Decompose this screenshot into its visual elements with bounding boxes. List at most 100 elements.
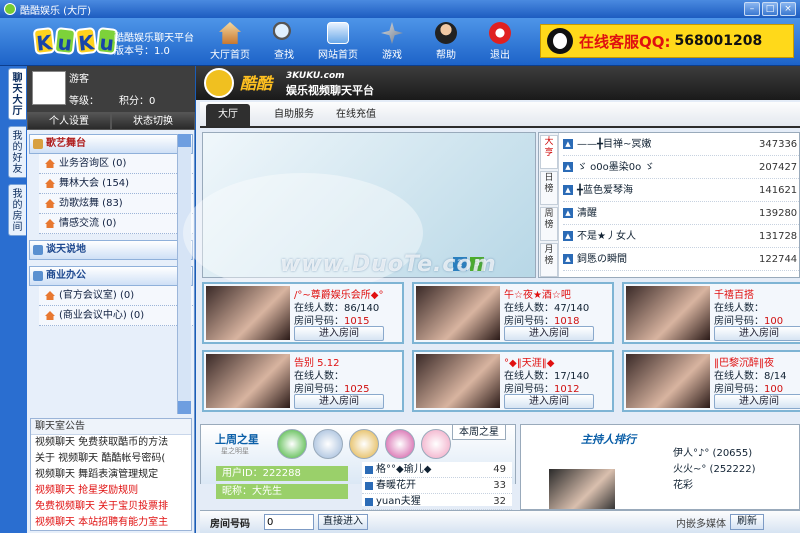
online-service-ad[interactable]: 在线客服QQ: 568001208	[540, 24, 794, 58]
category-chat[interactable]: 谈天说地	[29, 240, 193, 260]
tab-my-rooms[interactable]: 我的房间	[8, 184, 26, 236]
room-photo[interactable]	[626, 286, 710, 340]
week-star-row[interactable]: 格°°◆瑜儿◆ 49	[362, 462, 512, 478]
room-card[interactable]: 告别 5.12 在线人数： 房间号码：1025 进入房间	[202, 350, 404, 412]
category-song-stage[interactable]: 歌艺舞台	[29, 134, 193, 154]
room-card[interactable]: 午☆夜★酒☆吧 在线人数：47/140 房间号码：1018 进入房间	[412, 282, 614, 344]
rank-value: 207427	[759, 162, 798, 173]
room-item[interactable]: (官方会议室) (0)	[39, 286, 193, 306]
week-star-list: 格°°◆瑜儿◆ 49 春暖花开 33 yuan夫猩 32	[362, 462, 512, 510]
user-name: 游客	[69, 74, 89, 85]
announcement-item[interactable]: 视频聊天 本站招聘有能力室主	[31, 515, 191, 530]
announcement-item[interactable]: 免费视频聊天 关于宝贝投票排	[31, 499, 191, 515]
enter-room-button[interactable]: 进入房间	[504, 326, 594, 341]
hall-home-button[interactable]: 大厅首页	[208, 22, 252, 61]
scroll-down-button[interactable]	[178, 401, 191, 414]
room-photo[interactable]	[626, 354, 710, 408]
host-photo[interactable]	[549, 469, 615, 509]
exit-button[interactable]: 退出	[478, 22, 522, 61]
gift-icon[interactable]	[349, 429, 379, 459]
refresh-button[interactable]: 刷新	[730, 514, 764, 530]
rank-row[interactable]: ▲ 清醒 139280	[563, 203, 800, 225]
week-star-row[interactable]: yuan夫猩 32	[362, 494, 512, 510]
this-week-stars-tab[interactable]: 本周之星	[452, 424, 506, 440]
star-category-icon[interactable]	[277, 429, 307, 459]
room-photo[interactable]	[416, 354, 500, 408]
room-card[interactable]: 千禧百搭 在线人数： 房间号码：100 进入房间	[622, 282, 800, 344]
kuku-logo: K u K u	[32, 27, 119, 56]
room-card[interactable]: /°~尊爵娱乐会所◆° 在线人数：86/140 房间号码：1015 进入房间	[202, 282, 404, 344]
tab-recharge[interactable]: 在线充值	[324, 104, 388, 126]
rank-tab-weekly[interactable]: 周榜	[540, 207, 558, 241]
maximize-button[interactable]: □	[762, 2, 778, 16]
ad-qq-number: 568001208	[674, 33, 763, 49]
website-home-button[interactable]: 网站首页	[316, 22, 360, 61]
room-item[interactable]: 情感交流 (0)	[39, 214, 193, 234]
host-row[interactable]: 伊人°♪° (20655)	[673, 447, 752, 461]
rank-row[interactable]: ▲ ╋蓝色爱琴海 141621	[563, 180, 800, 202]
room-item[interactable]: 劲歌炫舞 (83)	[39, 194, 193, 214]
announcement-item[interactable]: 关于 视频聊天 酷酷帐号密码(	[31, 451, 191, 467]
room-number-input[interactable]	[264, 514, 314, 530]
announcement-panel: 聊天室公告 视频聊天 免费获取酷币的方法 关于 视频聊天 酷酷帐号密码(视频聊天 …	[30, 418, 192, 531]
app-window: 酷酷娱乐 (大厅) – □ × K u K u 酷酷娱乐聊天平台 版本号：1.0…	[0, 0, 800, 533]
room-photo[interactable]	[206, 286, 290, 340]
room-card[interactable]: ‖巴黎沉醉‖夜 在线人数：8/14 房间号码：100 进入房间	[622, 350, 800, 412]
tree-scrollbar[interactable]	[177, 134, 191, 414]
ad-text: 在线客服QQ:	[579, 32, 671, 51]
week-star-row[interactable]: 春暖花开 33	[362, 478, 512, 494]
user-card: 游客 等级： 积分：0	[27, 66, 195, 112]
room-item[interactable]: (商业会议中心) (0)	[39, 306, 193, 326]
room-photo[interactable]	[206, 354, 290, 408]
tab-my-friends[interactable]: 我的好友	[8, 126, 26, 178]
user-points: 积分：0	[119, 96, 156, 107]
scroll-up-button[interactable]	[178, 134, 191, 147]
help-label: 帮助	[436, 50, 456, 61]
announcement-item[interactable]: 视频聊天 舞蹈表演管理规定	[31, 467, 191, 483]
personal-settings-button[interactable]: 个人设置	[27, 112, 111, 130]
avatar[interactable]	[32, 71, 66, 105]
rank-tab-daily[interactable]: 日榜	[540, 171, 558, 205]
tab-chat-hall[interactable]: 聊天大厅	[8, 68, 26, 120]
rank-tab-tycoon[interactable]: 大亨	[540, 135, 558, 169]
rank-row[interactable]: ▲ 不是★丿女人 131728	[563, 226, 800, 248]
host-row[interactable]: 火火~° (252222)	[673, 463, 756, 477]
user-level: 等级：	[69, 96, 99, 107]
enter-directly-button[interactable]: 直接进入	[318, 514, 368, 530]
enter-room-button[interactable]: 进入房间	[294, 326, 384, 341]
enter-room-button[interactable]: 进入房间	[294, 394, 384, 409]
enter-room-button[interactable]: 进入房间	[714, 326, 800, 341]
room-item[interactable]: 舞林大会 (154)	[39, 174, 193, 194]
rank-name: ゞ o0o墨染0o ゞ	[577, 162, 655, 173]
tab-self-service[interactable]: 自助服务	[262, 104, 326, 126]
games-button[interactable]: 游戏	[370, 22, 414, 61]
room-card[interactable]: °◆‖天涯‖◆ 在线人数：17/140 房间号码：1012 进入房间	[412, 350, 614, 412]
rank-row[interactable]: ▲ ゞ o0o墨染0o ゞ 207427	[563, 157, 800, 179]
status-switch-button[interactable]: 状态切换	[111, 112, 195, 130]
logo-letter: K	[74, 27, 98, 56]
rank-row[interactable]: ▲ 鉰悘の瞬間 122744	[563, 249, 800, 271]
announcement-item[interactable]: 视频聊天 抢星奖励规则	[31, 483, 191, 499]
heart-icon[interactable]	[421, 429, 451, 459]
enter-room-button[interactable]: 进入房间	[504, 394, 594, 409]
minimize-button[interactable]: –	[744, 2, 760, 16]
close-button[interactable]: ×	[780, 2, 796, 16]
tab-hall[interactable]: 大厅	[206, 104, 250, 126]
room-id: 房间号码：1012	[504, 380, 579, 395]
room-photo[interactable]	[416, 286, 500, 340]
enter-room-button[interactable]: 进入房间	[714, 394, 800, 409]
announcement-item[interactable]: 视频聊天 免费获取酷币的方法	[31, 435, 191, 451]
car-icon[interactable]	[313, 429, 343, 459]
rank-row[interactable]: ▲ ——╋目禅~冥嫩 347336	[563, 134, 800, 156]
search-button[interactable]: 查找	[262, 22, 306, 61]
category-business[interactable]: 商业办公	[29, 266, 193, 286]
help-button[interactable]: 帮助	[424, 22, 468, 61]
week-star-name: 春暖花开	[376, 480, 416, 491]
host-row[interactable]: 花彩	[673, 479, 693, 493]
room-item[interactable]: 业务咨询区 (0)	[39, 154, 193, 174]
room-number-label: 房间号码	[210, 519, 250, 530]
bottom-bar: 房间号码 直接进入 内嵌多媒体 刷新	[200, 510, 800, 533]
rank-tab-monthly[interactable]: 月榜	[540, 243, 558, 277]
tv-icon[interactable]	[385, 429, 415, 459]
rank-value: 141621	[759, 185, 798, 196]
